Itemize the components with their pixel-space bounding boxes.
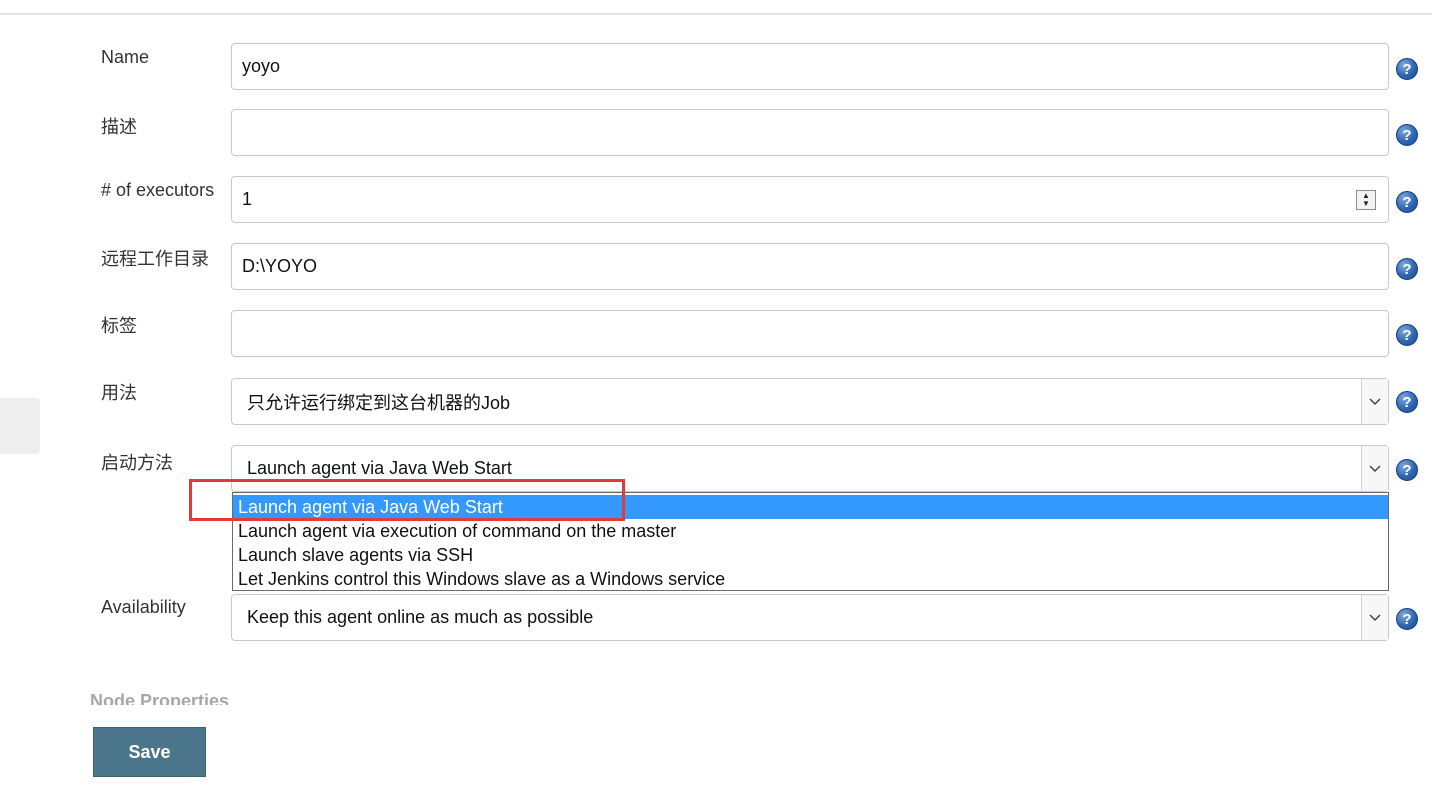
spinner-down-icon[interactable]: ▼ — [1362, 200, 1370, 208]
help-icon[interactable]: ? — [1396, 608, 1418, 630]
usage-select[interactable]: 只允许运行绑定到这台机器的Job — [231, 378, 1389, 425]
chevron-down-icon[interactable] — [1361, 446, 1388, 491]
side-panel-tab[interactable] — [0, 398, 40, 454]
labels-label: 标签 — [101, 316, 137, 336]
help-icon[interactable]: ? — [1396, 258, 1418, 280]
help-icon[interactable]: ? — [1396, 391, 1418, 413]
dropdown-option[interactable]: Launch agent via Java Web Start — [233, 495, 1388, 519]
executors-label: # of executors — [101, 180, 215, 200]
launch-method-label: 启动方法 — [101, 453, 173, 473]
description-label: 描述 — [101, 117, 137, 137]
help-icon[interactable]: ? — [1396, 58, 1418, 80]
dropdown-option[interactable]: Launch agent via execution of command on… — [233, 519, 1388, 543]
description-field[interactable] — [231, 109, 1389, 156]
help-icon[interactable]: ? — [1396, 191, 1418, 213]
labels-field[interactable] — [231, 310, 1389, 357]
launch-method-select[interactable]: Launch agent via Java Web Start — [231, 445, 1389, 492]
usage-label: 用法 — [101, 383, 137, 403]
name-value: yoyo — [242, 56, 281, 76]
remote-dir-label: 远程工作目录 — [101, 249, 209, 269]
launch-method-dropdown[interactable]: Launch agent via Java Web Start Launch a… — [232, 492, 1389, 591]
top-divider — [0, 13, 1432, 15]
dropdown-option[interactable]: Let Jenkins control this Windows slave a… — [233, 567, 1388, 591]
help-icon[interactable]: ? — [1396, 124, 1418, 146]
executors-value: 1 — [242, 189, 253, 209]
chevron-down-icon[interactable] — [1361, 379, 1388, 424]
help-icon[interactable]: ? — [1396, 459, 1418, 481]
availability-value: Keep this agent online as much as possib… — [247, 607, 594, 627]
availability-select[interactable]: Keep this agent online as much as possib… — [231, 594, 1389, 641]
help-icon[interactable]: ? — [1396, 324, 1418, 346]
availability-label: Availability — [101, 597, 186, 617]
name-field[interactable]: yoyo — [231, 43, 1389, 90]
executors-stepper[interactable]: 1 ▲ ▼ — [231, 176, 1389, 223]
node-properties-heading: Node Properties — [90, 691, 230, 705]
remote-dir-value: D:\YOYO — [242, 256, 318, 276]
dropdown-option[interactable]: Launch slave agents via SSH — [233, 543, 1388, 567]
name-label: Name — [101, 47, 150, 67]
usage-value: 只允许运行绑定到这台机器的Job — [247, 392, 511, 413]
chevron-down-icon[interactable] — [1361, 595, 1388, 640]
remote-dir-field[interactable]: D:\YOYO — [231, 243, 1389, 290]
save-button[interactable]: Save — [93, 727, 206, 777]
launch-method-value: Launch agent via Java Web Start — [247, 458, 512, 478]
number-spinner[interactable]: ▲ ▼ — [1356, 190, 1376, 210]
